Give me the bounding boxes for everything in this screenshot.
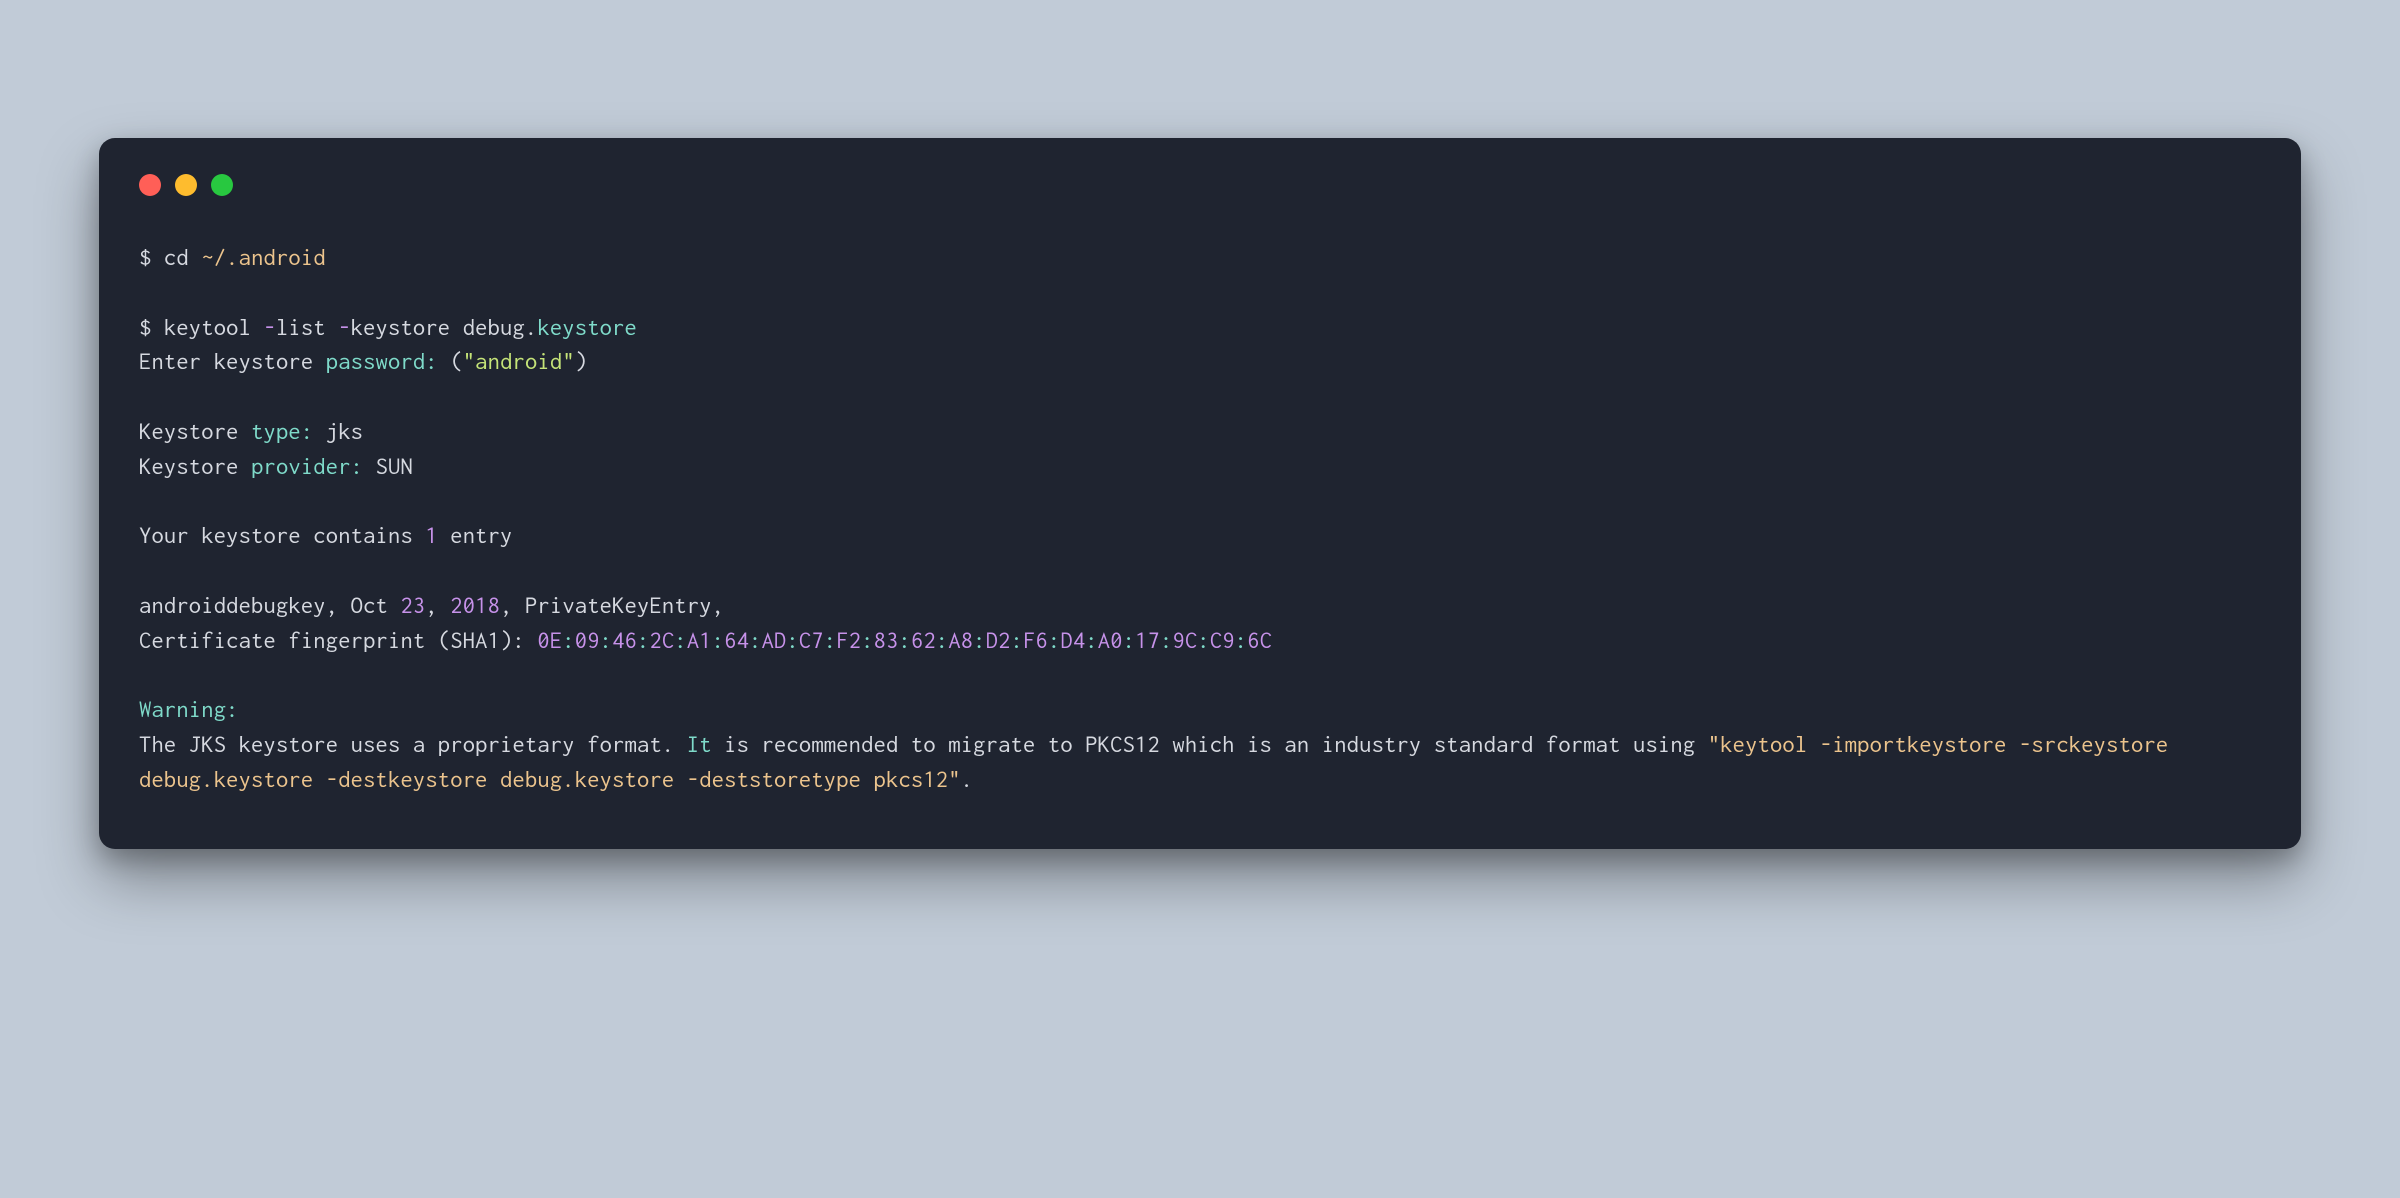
- text: jks: [313, 418, 363, 444]
- text: .: [961, 766, 973, 792]
- colon-sep: :: [824, 627, 836, 653]
- colon-sep: :: [637, 627, 649, 653]
- hex-byte: C: [662, 627, 674, 653]
- paren: (: [450, 348, 462, 374]
- prompt: $: [139, 244, 164, 270]
- hex-byte: 64: [724, 627, 749, 653]
- colon-sep: :: [899, 627, 911, 653]
- colon-sep: :: [600, 627, 612, 653]
- colon-sep: :: [786, 627, 798, 653]
- text: ,: [425, 592, 450, 618]
- path: ~/.android: [201, 244, 326, 270]
- colon-sep: :: [1011, 627, 1023, 653]
- hex-byte: 0E: [537, 627, 562, 653]
- text: Keystore: [139, 418, 251, 444]
- colon: :: [301, 418, 313, 444]
- text: Keystore: [139, 453, 251, 479]
- text: , PrivateKeyEntry,: [500, 592, 724, 618]
- hex-byte: 83: [874, 627, 899, 653]
- hex-byte: F6: [1023, 627, 1048, 653]
- colon: :: [425, 348, 450, 374]
- text: Your keystore contains: [139, 522, 425, 548]
- colon-sep: :: [1235, 627, 1247, 653]
- text: Certificate fingerprint (SHA1):: [139, 627, 537, 653]
- hex-byte: 9: [1173, 627, 1185, 653]
- traffic-lights: [139, 174, 2261, 196]
- close-icon[interactable]: [139, 174, 161, 196]
- string: "android": [463, 348, 575, 374]
- word: keystore debug.: [351, 314, 538, 340]
- fingerprint: 0E:09:46:2C:A1:64:AD:C7:F2:83:62:A8:D2:F…: [537, 627, 1272, 653]
- hex-byte: D4: [1060, 627, 1085, 653]
- hex-byte: A1: [687, 627, 712, 653]
- colon-sep: :: [1123, 627, 1135, 653]
- maximize-icon[interactable]: [211, 174, 233, 196]
- text: Enter keystore: [139, 348, 326, 374]
- number: 1: [425, 522, 437, 548]
- dash: -: [338, 314, 350, 340]
- dash: -: [264, 314, 276, 340]
- colon-sep: :: [1197, 627, 1209, 653]
- warning-label: Warning: [139, 696, 226, 722]
- line-8: Certificate fingerprint (SHA1): 0E:09:46…: [139, 627, 1272, 653]
- line-5: Keystore provider: SUN: [139, 453, 413, 479]
- paren: ): [575, 348, 587, 374]
- hex-byte: C: [1260, 627, 1272, 653]
- text: SUN: [363, 453, 413, 479]
- text: is recommended to migrate to PKCS12 whic…: [712, 731, 1708, 757]
- hex-byte: 62: [911, 627, 936, 653]
- terminal-window: $ cd ~/.android $ keytool -list -keystor…: [99, 138, 2301, 849]
- text: androiddebugkey, Oct: [139, 592, 400, 618]
- hex-byte: 46: [612, 627, 637, 653]
- hex-byte: C9: [1210, 627, 1235, 653]
- text: entry: [438, 522, 513, 548]
- number: 23: [400, 592, 425, 618]
- cmd: cd: [164, 244, 201, 270]
- line-4: Keystore type: jks: [139, 418, 363, 444]
- colon: :: [351, 453, 363, 479]
- hex-byte: D2: [986, 627, 1011, 653]
- text: The JKS keystore uses a proprietary form…: [139, 731, 687, 757]
- colon-sep: :: [712, 627, 724, 653]
- colon-sep: :: [973, 627, 985, 653]
- colon-sep: :: [1160, 627, 1172, 653]
- colon-sep: :: [674, 627, 686, 653]
- word: type: [251, 418, 301, 444]
- hex-byte: C7: [799, 627, 824, 653]
- terminal-output: $ cd ~/.android $ keytool -list -keystor…: [139, 240, 2261, 797]
- hex-byte: 17: [1135, 627, 1160, 653]
- line-9: Warning:: [139, 696, 239, 722]
- colon: :: [226, 696, 238, 722]
- hex-byte: 6: [1247, 627, 1259, 653]
- word: keystore: [537, 314, 637, 340]
- colon-sep: :: [861, 627, 873, 653]
- word: It: [687, 731, 712, 757]
- word: provider: [251, 453, 351, 479]
- line-10: The JKS keystore uses a proprietary form…: [139, 731, 2181, 792]
- colon-sep: :: [936, 627, 948, 653]
- colon-sep: :: [1048, 627, 1060, 653]
- prompt: $ keytool: [139, 314, 264, 340]
- line-3: Enter keystore password: ("android"): [139, 348, 587, 374]
- hex-byte: 2: [649, 627, 661, 653]
- hex-byte: C: [1185, 627, 1197, 653]
- line-2: $ keytool -list -keystore debug.keystore: [139, 314, 637, 340]
- hex-byte: F2: [836, 627, 861, 653]
- hex-byte: A0: [1098, 627, 1123, 653]
- hex-byte: 09: [575, 627, 600, 653]
- line-6: Your keystore contains 1 entry: [139, 522, 513, 548]
- minimize-icon[interactable]: [175, 174, 197, 196]
- colon-sep: :: [562, 627, 574, 653]
- colon-sep: :: [1085, 627, 1097, 653]
- colon-sep: :: [749, 627, 761, 653]
- word: password: [326, 348, 426, 374]
- line-1: $ cd ~/.android: [139, 244, 326, 270]
- word: list: [276, 314, 338, 340]
- hex-byte: A8: [948, 627, 973, 653]
- hex-byte: AD: [762, 627, 787, 653]
- line-7: androiddebugkey, Oct 23, 2018, PrivateKe…: [139, 592, 724, 618]
- number: 2018: [450, 592, 500, 618]
